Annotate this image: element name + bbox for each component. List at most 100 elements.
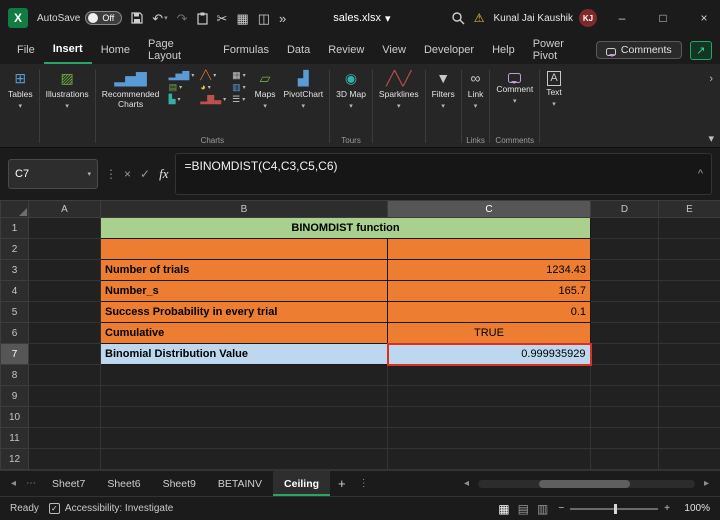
excel-app-icon[interactable]: X	[8, 8, 28, 28]
cell-a12[interactable]	[28, 448, 101, 470]
statistic-chart-button[interactable]: ▙ ▾	[169, 95, 195, 104]
autosave-control[interactable]: AutoSave Off	[37, 11, 123, 25]
tab-formulas[interactable]: Formulas	[214, 36, 278, 64]
notification-icon[interactable]: ⚠	[474, 11, 485, 25]
cell-e6[interactable]	[658, 322, 720, 344]
row-header-12[interactable]: 12	[0, 448, 29, 470]
scatter-chart-button[interactable]: ▥ ▾	[232, 83, 246, 92]
column-header-a[interactable]: A	[28, 200, 101, 218]
cell-a7[interactable]	[28, 343, 101, 365]
sheet-tab-sheet9[interactable]: Sheet9	[152, 471, 207, 496]
cell-d7[interactable]	[590, 343, 659, 365]
sheet-nav-left-icon[interactable]: ◂	[6, 471, 21, 496]
cell-b5[interactable]: Success Probability in every trial	[100, 301, 388, 323]
accessibility-checker-button[interactable]: ✓ Accessibility: Investigate	[48, 503, 173, 514]
minimize-button[interactable]: –	[606, 0, 638, 36]
cell-e10[interactable]	[658, 406, 720, 428]
cell-b3[interactable]: Number of trials	[100, 259, 388, 281]
cell-e9[interactable]	[658, 385, 720, 407]
3d-map-button[interactable]: ◉ 3D Map ▾	[332, 67, 370, 112]
cell-a11[interactable]	[28, 427, 101, 449]
cell-c12[interactable]	[387, 448, 591, 470]
cell-d12[interactable]	[590, 448, 659, 470]
cell-d8[interactable]	[590, 364, 659, 386]
cell-a4[interactable]	[28, 280, 101, 302]
cell-c7-selected[interactable]: 0.999935929	[386, 342, 592, 366]
zoom-level[interactable]: 100%	[676, 503, 710, 514]
cell-d11[interactable]	[590, 427, 659, 449]
cell-b9[interactable]	[100, 385, 388, 407]
tables-button[interactable]: ⊞ Tables ▾	[4, 67, 37, 112]
cell-c10[interactable]	[387, 406, 591, 428]
row-header-11[interactable]: 11	[0, 427, 29, 449]
formula-bar-collapse-icon[interactable]: ^	[698, 168, 703, 180]
formula-input[interactable]: =BINOMDIST(C4,C3,C5,C6) ^	[175, 153, 712, 195]
comment-button[interactable]: Comment ▾	[492, 67, 537, 107]
tab-insert[interactable]: Insert	[43, 36, 92, 64]
sheet-tab-ceiling-active[interactable]: Ceiling	[273, 471, 331, 496]
pivot-quick-button[interactable]: ◫	[258, 12, 270, 25]
pie-chart-button[interactable]: ◕ ▾	[200, 83, 226, 92]
cell-d1[interactable]	[590, 217, 659, 239]
hierarchy-chart-button[interactable]: ▤ ▾	[169, 83, 195, 92]
row-header-2[interactable]: 2	[0, 238, 29, 260]
tab-help[interactable]: Help	[483, 36, 524, 64]
column-header-e[interactable]: E	[658, 200, 720, 218]
cell-a8[interactable]	[28, 364, 101, 386]
account-button[interactable]: Kunal Jai Kaushik KJ	[494, 9, 597, 27]
cell-d5[interactable]	[590, 301, 659, 323]
formula-bar-handle[interactable]: ⋮	[105, 167, 117, 181]
cell-c6[interactable]: TRUE	[387, 322, 591, 344]
comments-button[interactable]: Comments	[595, 41, 682, 59]
row-header-7[interactable]: 7	[0, 343, 29, 365]
cell-a1[interactable]	[28, 217, 101, 239]
tab-developer[interactable]: Developer	[415, 36, 483, 64]
undo-button[interactable]: ↶ ▾	[152, 12, 167, 25]
cell-a2[interactable]	[28, 238, 101, 260]
scrollbar-track[interactable]	[478, 479, 695, 488]
pivotchart-button[interactable]: ▟ PivotChart ▾	[279, 67, 327, 112]
sparklines-button[interactable]: ╱╲╱ Sparklines ▾	[375, 67, 423, 112]
cell-e7[interactable]	[658, 343, 720, 365]
save-button[interactable]	[131, 12, 143, 24]
cell-a10[interactable]	[28, 406, 101, 428]
tab-power-pivot[interactable]: Power Pivot	[524, 36, 596, 64]
row-header-9[interactable]: 9	[0, 385, 29, 407]
new-sheet-button[interactable]: +	[330, 471, 354, 496]
cell-e2[interactable]	[658, 238, 720, 260]
row-header-4[interactable]: 4	[0, 280, 29, 302]
sheet-options-icon[interactable]: ⋮	[354, 471, 374, 496]
tab-view[interactable]: View	[373, 36, 415, 64]
cell-e1[interactable]	[658, 217, 720, 239]
sheet-tab-betainv[interactable]: BETAINV	[207, 471, 273, 496]
cell-b10[interactable]	[100, 406, 388, 428]
cell-e8[interactable]	[658, 364, 720, 386]
scroll-left-icon[interactable]: ◂	[459, 478, 474, 489]
cell-e5[interactable]	[658, 301, 720, 323]
ribbon-scroll-right-icon[interactable]: ›	[709, 73, 713, 85]
cell-d3[interactable]	[590, 259, 659, 281]
row-header-8[interactable]: 8	[0, 364, 29, 386]
chart-quick-button[interactable]: ▦	[236, 12, 248, 25]
cell-e12[interactable]	[658, 448, 720, 470]
cell-d9[interactable]	[590, 385, 659, 407]
insert-function-icon[interactable]: fx	[159, 166, 168, 182]
cell-b11[interactable]	[100, 427, 388, 449]
cell-e3[interactable]	[658, 259, 720, 281]
cell-d10[interactable]	[590, 406, 659, 428]
cell-c2[interactable]	[387, 238, 591, 260]
tab-page-layout[interactable]: Page Layout	[139, 36, 214, 64]
zoom-in-button[interactable]: +	[664, 503, 670, 514]
search-button[interactable]	[451, 11, 465, 25]
combo-chart-button[interactable]: ▂▇▃ ▾	[200, 95, 226, 104]
cell-c5[interactable]: 0.1	[387, 301, 591, 323]
share-button[interactable]: ↗	[689, 40, 712, 60]
cell-d6[interactable]	[590, 322, 659, 344]
horizontal-scrollbar[interactable]: ◂ ▸	[459, 471, 714, 496]
scroll-right-icon[interactable]: ▸	[699, 478, 714, 489]
autosave-toggle[interactable]: Off	[85, 11, 123, 25]
bar-chart-button[interactable]: ☰ ▾	[232, 95, 246, 104]
sheet-nav-more-icon[interactable]: ⋯	[21, 471, 41, 496]
zoom-slider[interactable]	[570, 503, 659, 514]
sheet-tab-sheet6[interactable]: Sheet6	[96, 471, 151, 496]
